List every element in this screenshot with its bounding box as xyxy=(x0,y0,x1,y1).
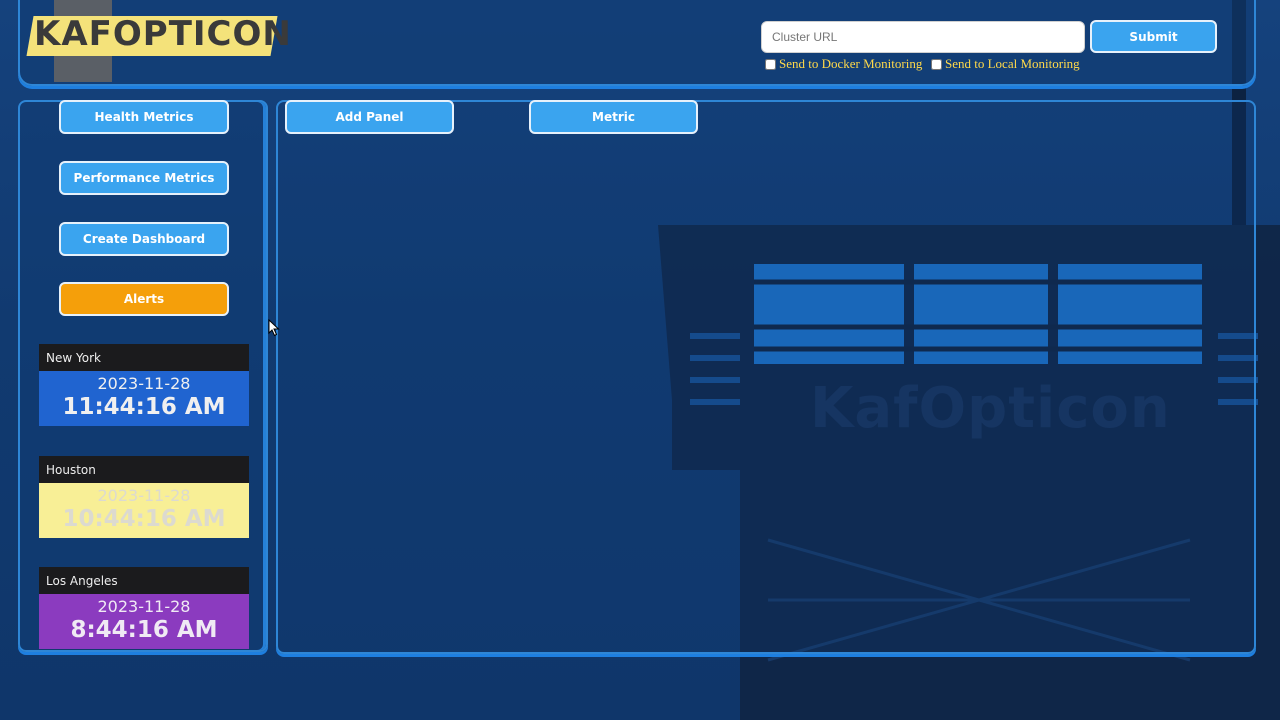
clock-body: 2023-11-28 10:44:16 AM xyxy=(39,483,249,538)
clock-los-angeles: Los Angeles 2023-11-28 8:44:16 AM xyxy=(39,567,249,649)
clock-houston: Houston 2023-11-28 10:44:16 AM xyxy=(39,456,249,538)
clock-city: New York xyxy=(39,344,249,371)
mouse-cursor-icon xyxy=(268,319,280,337)
performance-metrics-button[interactable]: Performance Metrics xyxy=(59,161,229,195)
health-metrics-button[interactable]: Health Metrics xyxy=(59,100,229,134)
clock-date: 2023-11-28 xyxy=(97,486,191,505)
submit-button[interactable]: Submit xyxy=(1090,20,1217,53)
docker-monitoring-label: Send to Docker Monitoring xyxy=(779,56,923,71)
docker-monitoring-checkbox[interactable] xyxy=(765,58,776,70)
clock-time: 10:44:16 AM xyxy=(62,506,226,532)
clock-new-york: New York 2023-11-28 11:44:16 AM xyxy=(39,344,249,426)
cluster-url-input[interactable] xyxy=(761,21,1085,53)
alerts-button[interactable]: Alerts xyxy=(59,282,229,316)
docker-monitoring-option[interactable]: Send to Docker Monitoring xyxy=(765,56,922,72)
dashboard-area xyxy=(276,100,1256,654)
local-monitoring-option[interactable]: Send to Local Monitoring xyxy=(931,56,1080,72)
clock-date: 2023-11-28 xyxy=(97,597,191,616)
logo: KAFOPTICON xyxy=(18,0,291,84)
clock-body: 2023-11-28 8:44:16 AM xyxy=(39,594,249,649)
create-dashboard-button[interactable]: Create Dashboard xyxy=(59,222,229,256)
add-panel-button[interactable]: Add Panel xyxy=(285,100,454,134)
clock-city: Los Angeles xyxy=(39,567,249,594)
logo-text: KAFOPTICON xyxy=(34,14,292,54)
clock-city: Houston xyxy=(39,456,249,483)
clock-date: 2023-11-28 xyxy=(97,374,191,393)
metric-button[interactable]: Metric xyxy=(529,100,698,134)
clock-time: 11:44:16 AM xyxy=(62,394,226,420)
local-monitoring-label: Send to Local Monitoring xyxy=(945,56,1080,71)
clock-body: 2023-11-28 11:44:16 AM xyxy=(39,371,249,426)
clock-time: 8:44:16 AM xyxy=(70,617,218,643)
local-monitoring-checkbox[interactable] xyxy=(931,58,942,70)
